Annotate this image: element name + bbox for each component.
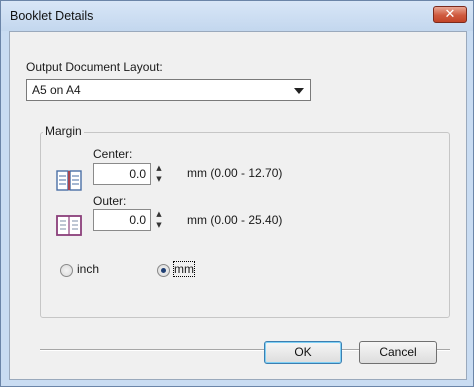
margin-group-legend: Margin	[43, 124, 84, 138]
output-layout-value: A5 on A4	[32, 83, 81, 97]
close-button[interactable]: ✕	[433, 6, 467, 23]
outer-down-arrow-icon[interactable]: ▼	[153, 220, 165, 230]
inch-radio-label[interactable]: inch	[77, 262, 99, 276]
output-layout-select[interactable]: A5 on A4	[26, 79, 311, 101]
booklet-outer-icon	[56, 215, 82, 236]
center-up-arrow-icon[interactable]: ▲	[153, 163, 165, 173]
booklet-details-dialog: Booklet Details ✕ Output Document Layout…	[0, 0, 474, 387]
inch-radio[interactable]	[60, 264, 73, 277]
center-range-label: mm (0.00 - 12.70)	[187, 166, 283, 180]
chevron-down-icon	[294, 88, 304, 94]
dialog-title: Booklet Details	[10, 9, 94, 23]
close-icon: ✕	[444, 7, 456, 22]
center-margin-input[interactable]: 0.0	[93, 163, 151, 185]
mm-radio[interactable]	[157, 264, 170, 277]
outer-margin-input[interactable]: 0.0	[93, 209, 151, 231]
center-down-arrow-icon[interactable]: ▼	[153, 174, 165, 184]
outer-range-label: mm (0.00 - 25.40)	[187, 213, 283, 227]
outer-up-arrow-icon[interactable]: ▲	[153, 209, 165, 219]
cancel-button[interactable]: Cancel	[359, 341, 437, 364]
booklet-center-icon	[56, 170, 82, 191]
outer-label: Outer:	[93, 194, 127, 208]
ok-button[interactable]: OK	[264, 341, 342, 364]
title-bar[interactable]: Booklet Details ✕	[1, 1, 473, 31]
center-label: Center:	[93, 147, 133, 161]
dialog-body: Output Document Layout: A5 on A4 Margin …	[9, 31, 467, 380]
mm-radio-label[interactable]: mm	[173, 261, 195, 277]
output-layout-label: Output Document Layout:	[26, 60, 163, 74]
